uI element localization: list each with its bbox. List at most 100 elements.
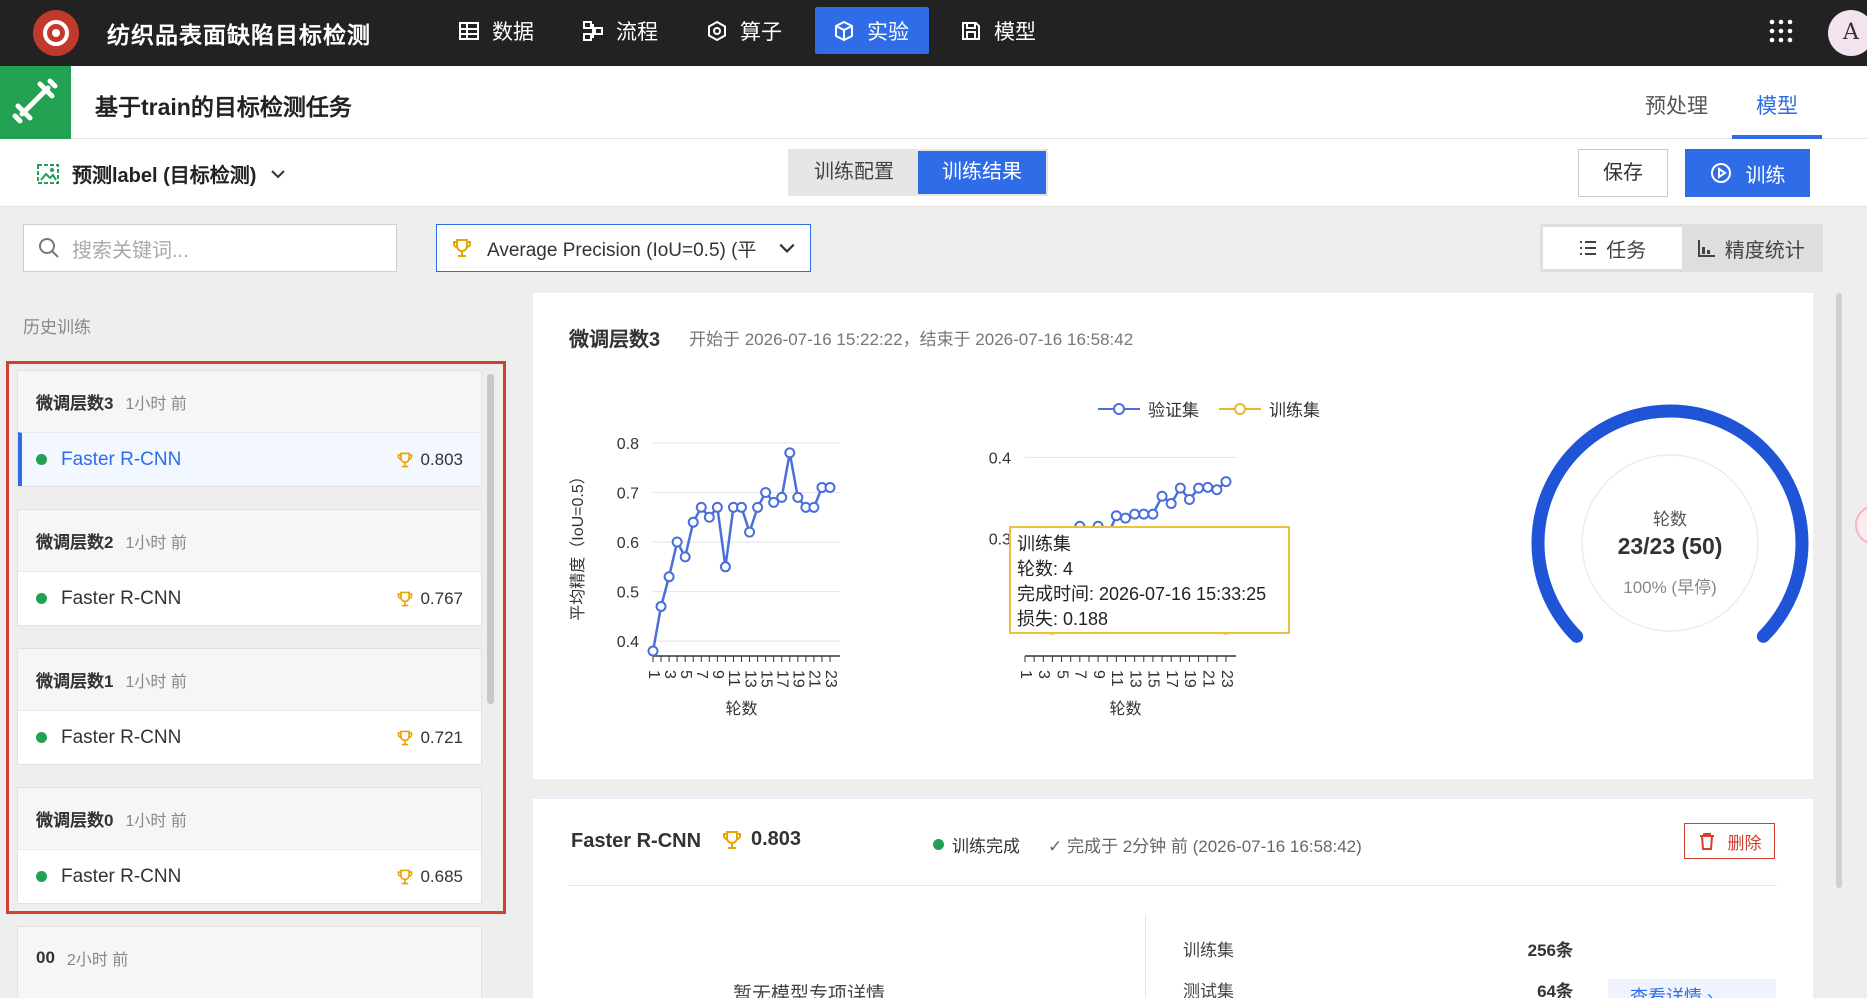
nav-data[interactable]: 数据: [440, 7, 552, 54]
x-tick-label: 3: [661, 670, 678, 679]
score-value: 0.803: [751, 828, 802, 850]
x-tick-label: 21: [806, 670, 823, 688]
nav-experiment[interactable]: 实验: [815, 7, 929, 54]
tooltip-series: 训练集: [1017, 534, 1071, 554]
x-tick-label: 7: [693, 670, 710, 679]
tab-train-results[interactable]: 训练结果: [918, 151, 1046, 194]
data-point: [711, 501, 723, 513]
data-point: [776, 491, 788, 503]
tab-tasks[interactable]: 任务: [1543, 227, 1682, 269]
model-score: 0.803: [721, 828, 801, 851]
divider: [569, 885, 1777, 886]
task-header: 基于train的目标检测任务 预处理 模型: [0, 66, 1867, 139]
metric-select[interactable]: Average Precision (IoU=0.5) (平: [436, 224, 811, 272]
nav-flow[interactable]: 流程: [564, 7, 676, 54]
data-point: [647, 645, 659, 657]
tooltip-epoch: 轮数: 4: [1017, 559, 1074, 579]
history-group: 微调层数3 1小时 前 Faster R-CNN 0.803: [17, 370, 482, 487]
x-axis-label: 轮数: [1109, 700, 1141, 718]
trophy-icon: [398, 452, 413, 467]
search-icon: [39, 238, 59, 258]
model-name: Faster R-CNN: [571, 830, 702, 852]
tab-model[interactable]: 模型: [1756, 90, 1798, 120]
data-point: [752, 501, 764, 513]
y-tick-label: 0.8: [617, 436, 639, 453]
data-point: [1120, 512, 1131, 524]
x-tick-label: 11: [725, 670, 742, 687]
history-item[interactable]: Faster R-CNN 0.721: [18, 710, 481, 764]
group-name: 00: [36, 947, 55, 967]
tab-precision-stats[interactable]: 精度统计: [1682, 227, 1821, 269]
score-badge: 0.685: [396, 867, 463, 887]
x-tick-label: 19: [790, 670, 807, 688]
x-tick-label: 23: [822, 670, 839, 688]
data-point: [736, 501, 747, 513]
status-dot: [36, 593, 47, 604]
data-point: [744, 526, 756, 538]
model-name: Faster R-CNN: [61, 448, 182, 470]
train-button[interactable]: 训练: [1685, 149, 1810, 197]
group-name: 微调层数1: [36, 672, 114, 691]
tab-train-config[interactable]: 训练配置: [790, 151, 918, 194]
data-point: [808, 501, 820, 513]
data-point: [1220, 476, 1232, 488]
history-item[interactable]: Faster R-CNN 0.767: [18, 571, 481, 625]
score-value: 0.721: [420, 727, 463, 747]
data-point: [679, 551, 691, 563]
history-group: 微调层数2 1小时 前 Faster R-CNN 0.767: [17, 509, 482, 626]
x-tick-label: 3: [1035, 670, 1052, 679]
y-axis-label: 平均精度（IoU=0.5）: [569, 468, 587, 621]
divider: [1145, 914, 1146, 998]
save-button[interactable]: 保存: [1578, 149, 1668, 197]
history-item[interactable]: Faster R-CNN 0.685: [18, 849, 481, 903]
x-tick-label: 13: [1126, 670, 1143, 688]
user-avatar[interactable]: A: [1828, 10, 1867, 56]
group-name: 微调层数3: [36, 394, 114, 413]
apps-grid-icon[interactable]: [1768, 18, 1794, 44]
tab-preprocess[interactable]: 预处理: [1645, 90, 1708, 120]
training-result-card: 微调层数3 开始于 2026-07-16 15:22:22，结束于 2026-0…: [533, 293, 1813, 779]
x-tick-label: 1: [1017, 670, 1034, 679]
view-details-button[interactable]: 查看详情 ›: [1608, 979, 1776, 998]
x-tick-label: 11: [1108, 670, 1125, 687]
nav-operator[interactable]: 算子: [688, 7, 800, 54]
dataset-row: 测试集 64条: [1183, 977, 1573, 998]
app-logo-icon[interactable]: [33, 10, 79, 56]
history-item[interactable]: Faster R-CNN 0.803: [18, 432, 481, 486]
dataset-count: 64条: [1537, 982, 1573, 998]
y-tick-label: 0.3: [989, 531, 1011, 548]
search-input[interactable]: 搜索关键词...: [23, 224, 397, 272]
history-group-header[interactable]: 00 2小时 前: [18, 927, 481, 988]
x-axis-label: 轮数: [725, 700, 757, 718]
score-badge: 0.721: [396, 728, 463, 748]
nav-model[interactable]: 模型: [942, 7, 1054, 54]
page-scrollbar[interactable]: [1836, 293, 1842, 888]
x-tick-label: 19: [1181, 670, 1198, 688]
history-group-header[interactable]: 微调层数1 1小时 前: [18, 649, 481, 710]
group-name: 微调层数0: [36, 811, 114, 830]
delete-button[interactable]: 删除: [1684, 823, 1775, 859]
model-detail-card: Faster R-CNN 0.803 训练完成 ✓ 完成于 2分钟 前 (202…: [533, 797, 1813, 998]
nav-label: 数据: [492, 20, 534, 44]
prediction-target-label: 预测label (目标检测): [72, 165, 257, 187]
tab-tasks-label: 任务: [1606, 239, 1647, 262]
chart-tooltip: 训练集 轮数: 4 完成时间: 2026-07-16 15:33:25 损失: …: [1009, 526, 1290, 634]
gauge-label: 轮数: [1653, 510, 1687, 529]
floating-assistant-tab[interactable]: [1855, 505, 1867, 545]
history-group-header[interactable]: 微调层数2 1小时 前: [18, 510, 481, 571]
prediction-target-dropdown[interactable]: 预测label (目标检测): [36, 159, 286, 188]
data-point: [703, 511, 715, 523]
group-time: 2小时 前: [66, 951, 129, 969]
top-navigation-bar: 纺织品表面缺陷目标检测 数据 流程 算子 实验 模型 A: [0, 0, 1867, 66]
x-tick-label: 1: [645, 670, 662, 679]
score-value: 0.767: [420, 588, 463, 608]
history-group: 微调层数0 1小时 前 Faster R-CNN 0.685: [17, 787, 482, 904]
task-title: 基于train的目标检测任务: [95, 94, 352, 120]
nav-label: 流程: [616, 20, 658, 44]
history-scrollbar[interactable]: [487, 374, 494, 704]
train-button-label: 训练: [1745, 164, 1786, 187]
status-dot: [36, 454, 47, 465]
list-icon: [1580, 241, 1597, 255]
history-group-header[interactable]: 微调层数3 1小时 前: [18, 371, 481, 432]
history-group-header[interactable]: 微调层数0 1小时 前: [18, 788, 481, 849]
